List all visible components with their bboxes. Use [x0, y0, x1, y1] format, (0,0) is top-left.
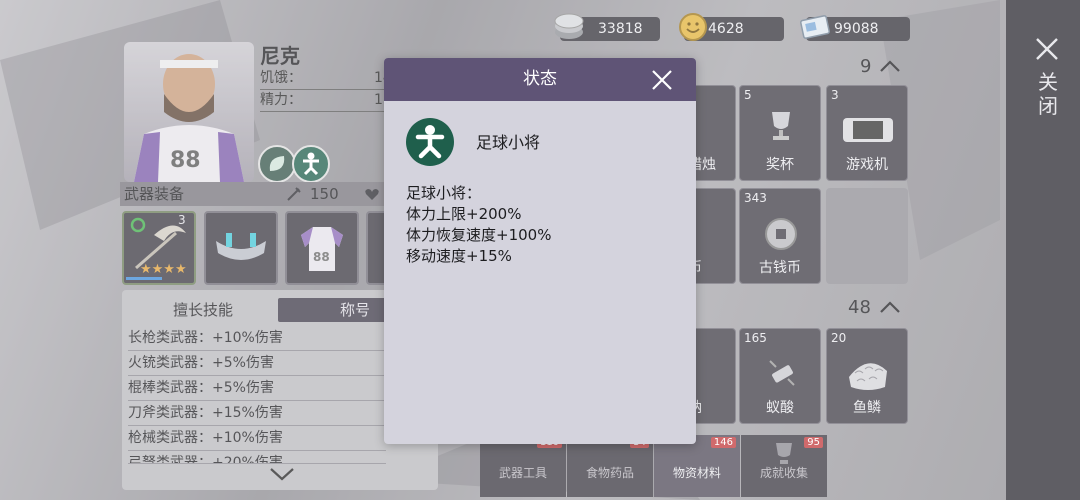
status-desc-line: 体力恢复速度+100% [406, 226, 552, 244]
footballer-icon [415, 125, 445, 159]
close-icon[interactable] [650, 68, 674, 92]
side-close-panel[interactable]: 关闭 [1006, 0, 1080, 500]
status-desc-line: 体力上限+200% [406, 205, 522, 223]
status-desc-line: 足球小将： [406, 184, 482, 202]
footballer-status-icon [406, 118, 454, 166]
status-dialog: 状态 足球小将 足球小将： 体力上限+200% 体力恢复速度+100% 移动速度… [384, 58, 696, 444]
close-label[interactable]: 关闭 [1036, 70, 1060, 118]
dialog-header: 状态 [384, 58, 696, 101]
status-name: 足球小将 [476, 133, 541, 152]
status-desc-line: 移动速度+15% [406, 247, 512, 265]
close-icon[interactable] [1034, 36, 1060, 62]
